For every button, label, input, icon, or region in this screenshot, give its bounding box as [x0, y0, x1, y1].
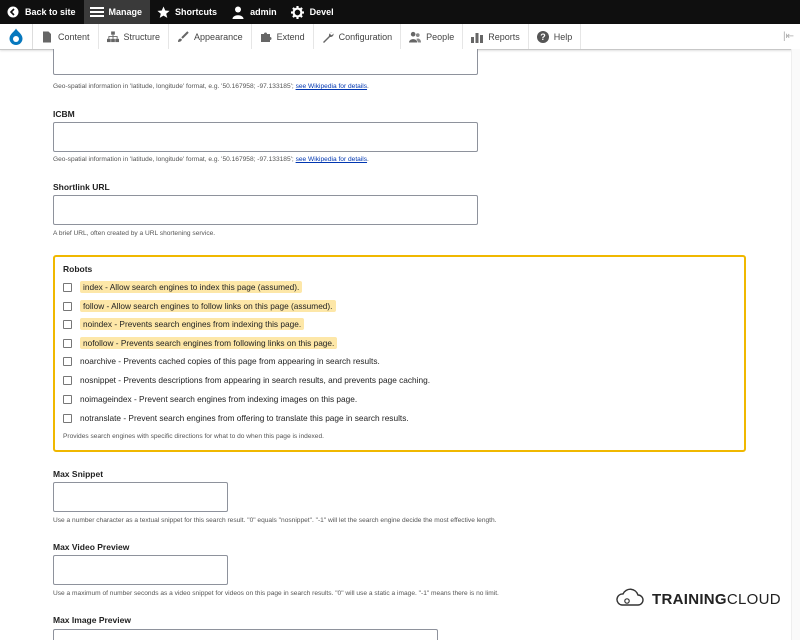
option-label: nofollow - Prevents search engines from …	[80, 337, 338, 349]
icbm-description: Geo-spatial information in 'latitude, lo…	[53, 156, 369, 163]
devel-tab[interactable]: Devel	[285, 0, 342, 24]
icbm-label: ICBM	[53, 109, 75, 119]
option-label: noimageindex - Prevent search engines fr…	[80, 394, 358, 404]
drupal-logo-icon[interactable]	[0, 24, 33, 49]
collapse-tray-icon[interactable]: |⇤	[783, 31, 794, 42]
watermark-bold: TRAINING	[652, 591, 727, 608]
tray-item-people[interactable]: People	[401, 24, 464, 49]
back-to-site-label: Back to site	[25, 7, 76, 17]
max-snippet-label: Max Snippet	[53, 469, 104, 479]
option-label: index - Allow search engines to index th…	[80, 281, 303, 293]
max-image-preview-select[interactable]	[53, 629, 438, 640]
tray-item-content[interactable]: Content	[33, 24, 99, 49]
max-snippet-description: Use a number character as a textual snip…	[53, 517, 497, 524]
tray-label-extend: Extend	[276, 31, 305, 42]
option-label: nosnippet - Prevents descriptions from a…	[80, 375, 431, 385]
shortlink-label: Shortlink URL	[53, 182, 110, 192]
document-icon	[41, 31, 53, 43]
tray-label-content: Content	[58, 31, 90, 42]
option-label: notranslate - Prevent search engines fro…	[80, 413, 409, 423]
option-label: noindex - Prevents search engines from i…	[80, 318, 305, 330]
geo-position-input[interactable]	[53, 49, 478, 75]
robots-option-noarchive[interactable]: noarchive - Prevents cached copies of th…	[63, 356, 380, 366]
star-icon	[156, 5, 170, 19]
max-video-preview-label: Max Video Preview	[53, 542, 130, 552]
watermark-text: TRAININGCLOUD	[652, 591, 781, 608]
option-label: noarchive - Prevents cached copies of th…	[80, 356, 380, 366]
checkbox[interactable]	[63, 356, 72, 366]
manage-tab[interactable]: Manage	[83, 0, 151, 24]
max-image-preview-label: Max Image Preview	[53, 615, 131, 625]
manage-label: Manage	[108, 7, 143, 17]
back-to-site-link[interactable]: Back to site	[0, 0, 84, 24]
robots-option-nofollow[interactable]: nofollow - Prevents search engines from …	[63, 337, 338, 349]
shortlink-input[interactable]	[53, 195, 478, 225]
max-video-preview-description: Use a maximum of number seconds as a vid…	[53, 590, 499, 597]
robots-option-follow[interactable]: follow - Allow search engines to follow …	[63, 300, 336, 312]
tray-item-appearance[interactable]: Appearance	[169, 24, 252, 49]
robots-option-noimageindex[interactable]: noimageindex - Prevent search engines fr…	[63, 394, 357, 404]
shortlink-description: A brief URL, often created by a URL shor…	[53, 230, 216, 237]
checkbox[interactable]	[63, 394, 72, 404]
tray-label-reports: Reports	[488, 31, 520, 42]
robots-fieldset: Robots index - Allow search engines to i…	[53, 255, 746, 452]
robots-option-noindex[interactable]: noindex - Prevents search engines from i…	[63, 318, 305, 330]
checkbox[interactable]	[63, 338, 72, 348]
geo-desc-text: Geo-spatial information in 'latitude, lo…	[53, 83, 294, 90]
user-label: admin	[250, 7, 277, 17]
trainingcloud-watermark: TRAININGCLOUD	[614, 585, 781, 614]
admin-tray: Content Structure Appearance Extend Conf…	[0, 24, 800, 50]
max-snippet-input[interactable]	[53, 482, 228, 512]
people-icon	[409, 31, 422, 43]
gear-icon	[291, 5, 305, 19]
tray-label-appearance: Appearance	[194, 31, 243, 42]
hamburger-icon	[89, 5, 104, 19]
watermark-rest: CLOUD	[726, 591, 781, 608]
user-icon	[231, 5, 245, 19]
devel-label: Devel	[309, 7, 334, 17]
checkbox[interactable]	[63, 282, 72, 292]
tray-item-help[interactable]: ? Help	[529, 24, 582, 49]
checkbox[interactable]	[63, 301, 72, 311]
tray-item-configuration[interactable]: Configuration	[314, 24, 402, 49]
tray-item-reports[interactable]: Reports	[463, 24, 529, 49]
geo-wikipedia-link[interactable]: see Wikipedia for details	[296, 83, 367, 90]
robots-option-nosnippet[interactable]: nosnippet - Prevents descriptions from a…	[63, 375, 430, 385]
admin-toolbar: Back to site Manage Shortcuts admin Deve…	[0, 0, 800, 24]
tray-label-structure: Structure	[123, 31, 161, 42]
icbm-input[interactable]	[53, 122, 478, 152]
sitemap-icon	[106, 30, 119, 43]
page-scrollbar[interactable]	[791, 49, 800, 640]
form-content: Geo-spatial information in 'latitude, lo…	[0, 49, 800, 640]
tray-label-people: People	[426, 31, 455, 42]
bar-chart-icon	[471, 31, 484, 43]
tray-label-help: Help	[553, 31, 573, 42]
checkbox[interactable]	[63, 375, 72, 385]
puzzle-icon	[260, 31, 272, 43]
robots-option-index[interactable]: index - Allow search engines to index th…	[63, 281, 303, 293]
cloud-logo-icon	[614, 585, 644, 614]
tray-item-structure[interactable]: Structure	[99, 24, 170, 49]
geo-position-description: Geo-spatial information in 'latitude, lo…	[53, 83, 369, 90]
checkbox[interactable]	[63, 319, 72, 329]
back-arrow-icon	[6, 5, 20, 19]
max-video-preview-input[interactable]	[53, 555, 228, 585]
shortcuts-label: Shortcuts	[175, 7, 218, 17]
robots-description: Provides search engines with specific di…	[63, 433, 324, 440]
robots-option-notranslate[interactable]: notranslate - Prevent search engines fro…	[63, 413, 409, 423]
user-tab[interactable]: admin	[225, 0, 285, 24]
icbm-desc-text: Geo-spatial information in 'latitude, lo…	[53, 156, 294, 163]
tray-item-extend[interactable]: Extend	[252, 24, 314, 49]
wrench-icon	[322, 31, 334, 43]
robots-title: Robots	[63, 264, 93, 274]
option-label: follow - Allow search engines to follow …	[80, 300, 336, 312]
paintbrush-icon	[177, 30, 189, 43]
help-icon: ?	[536, 30, 549, 43]
svg-text:?: ?	[540, 32, 546, 42]
tray-label-configuration: Configuration	[338, 31, 393, 42]
icbm-wikipedia-link[interactable]: see Wikipedia for details	[296, 156, 367, 163]
shortcuts-tab[interactable]: Shortcuts	[150, 0, 225, 24]
checkbox[interactable]	[63, 413, 72, 423]
